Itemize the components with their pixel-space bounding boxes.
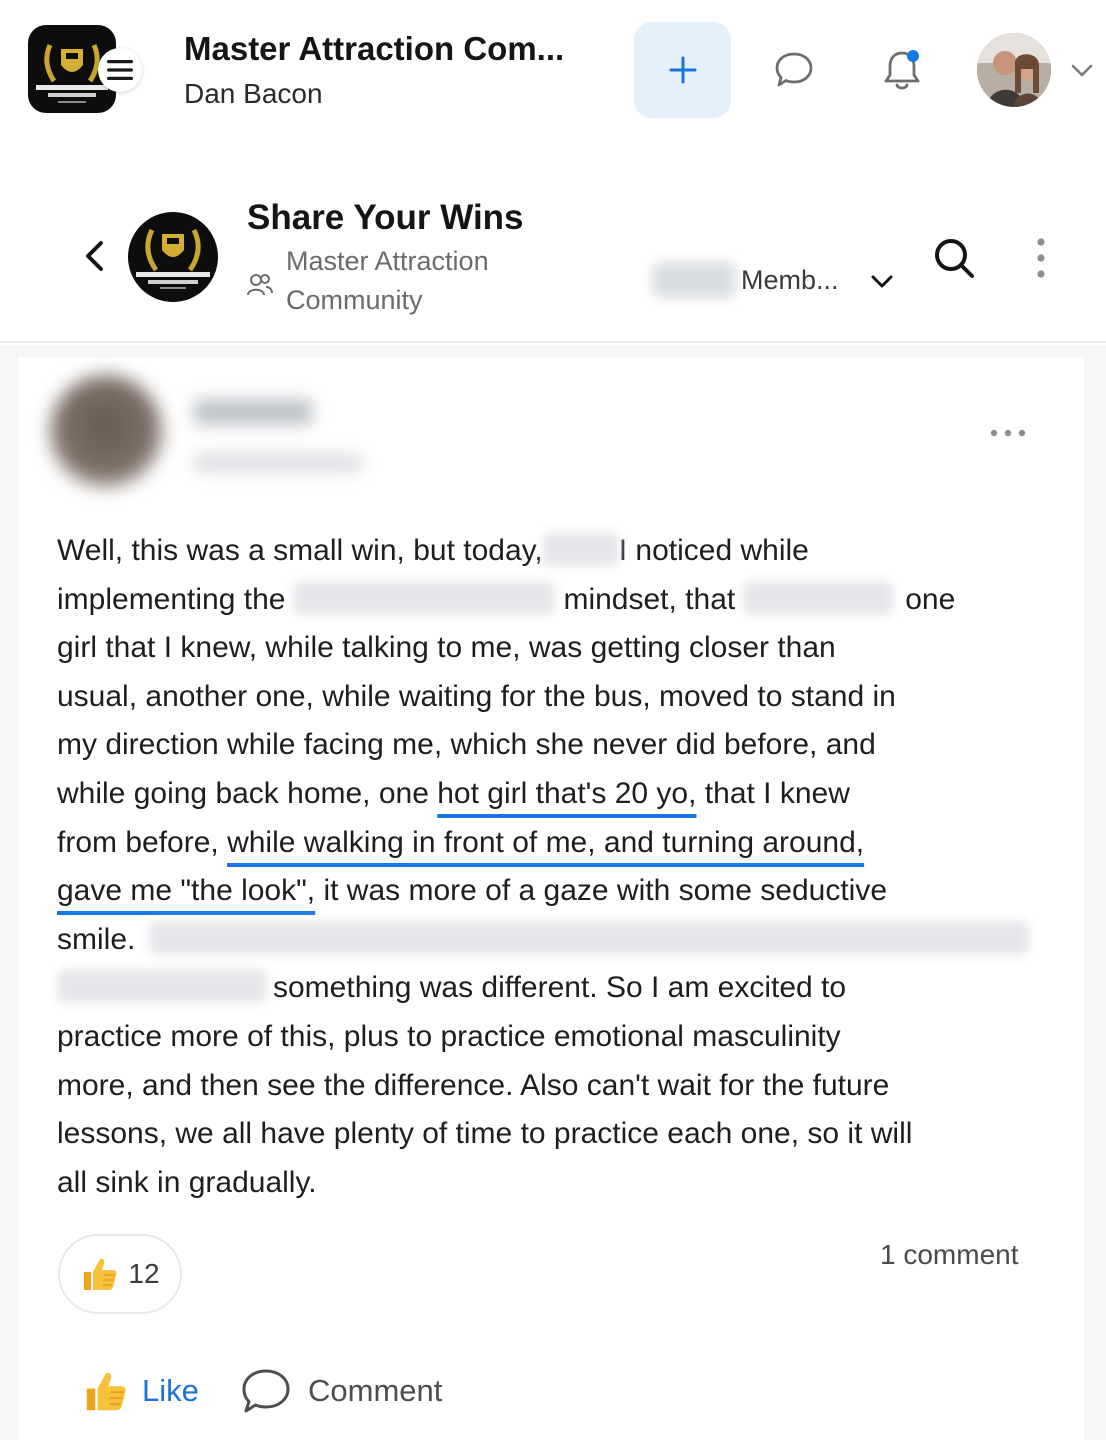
author-avatar-redacted[interactable] [50, 375, 162, 487]
search-button[interactable] [930, 234, 978, 282]
post-text: while going back home, one [57, 776, 438, 810]
vertical-dots-icon [1037, 238, 1045, 278]
underlined-text: gave me "the look", [57, 874, 316, 908]
add-button[interactable] [634, 22, 731, 118]
search-icon [935, 239, 974, 278]
account-menu-chevron[interactable] [1068, 58, 1096, 82]
redacted-text [293, 580, 556, 615]
post-line: gave me "the look", it was more of a gaz… [57, 867, 1057, 916]
underlined-text: hot girl that's 20 yo, [437, 776, 697, 810]
post-line: girl that I knew, while talking to me, w… [57, 624, 1057, 673]
post-body: Well, this was a small win, but today, I … [57, 527, 1057, 1207]
redacted-text [57, 969, 267, 1004]
post-text: Well, this was a small win, but today, [57, 534, 543, 567]
comment-button[interactable]: Comment [240, 1363, 442, 1419]
post-text: one [905, 582, 956, 616]
post-line: my direction while facing me, which she … [57, 721, 1057, 770]
space-header: Share Your Wins Master Attraction Commun… [0, 140, 1106, 343]
post-text: it was more of a gaze with some seductiv… [315, 874, 888, 908]
post-text: something was different. So I am excited… [273, 971, 847, 1005]
community-title[interactable]: Master Attraction Com... [184, 30, 564, 68]
thumbs-up-icon [86, 1372, 126, 1411]
post-line: all sink in gradually. [57, 1159, 1057, 1208]
post-line: more, and then see the difference. Also … [57, 1062, 1057, 1111]
user-photo-avatar-icon [977, 33, 1051, 107]
like-label: Like [142, 1373, 199, 1408]
post-text: from before, [57, 825, 228, 859]
members-dropdown-label[interactable]: Memb... [741, 265, 839, 296]
user-avatar[interactable] [977, 33, 1051, 107]
menu-button[interactable] [98, 48, 142, 92]
hamburger-icon [107, 60, 133, 80]
post-line: smile. [57, 916, 1057, 965]
chat-bubble-icon [775, 52, 813, 87]
post-text: all sink in gradually. [57, 1165, 317, 1199]
space-community-name[interactable]: Master Attraction Community [286, 242, 566, 320]
post-text: that I knew [696, 776, 850, 810]
post-text: lessons, we all have plenty of time to p… [57, 1117, 913, 1151]
post-line: from before, while walking in front of m… [57, 819, 1057, 868]
bell-icon [884, 50, 920, 90]
members-dropdown-chevron[interactable] [869, 272, 895, 292]
post-line: Well, this was a small win, but today, I … [57, 527, 1057, 576]
top-app-bar: Master Attraction Com... Dan Bacon [0, 0, 1106, 140]
space-options-button[interactable] [1030, 234, 1052, 282]
space-logo [128, 212, 218, 302]
chat-button[interactable] [768, 46, 820, 94]
plus-icon [669, 56, 696, 84]
post-text: implementing the [57, 582, 286, 616]
post-line: lessons, we all have plenty of time to p… [57, 1110, 1057, 1159]
reaction-count: 12 [128, 1258, 160, 1289]
underlined-text: while walking in front of me, and turnin… [227, 825, 865, 859]
post-text: I noticed while [618, 534, 809, 567]
post-text: mindset, that [563, 582, 736, 616]
post-line: practice more of this, plus to practice … [57, 1013, 1057, 1062]
post-line: implementing the mindset, that one [57, 576, 1057, 625]
post-text: practice more of this, plus to practice … [57, 1019, 841, 1053]
horizontal-dots-icon [990, 429, 1026, 437]
comment-label: Comment [308, 1373, 443, 1408]
post-line: something was different. So I am excited… [57, 964, 1057, 1013]
chevron-down-icon [871, 275, 893, 288]
space-title: Share Your Wins [247, 198, 524, 237]
post-options-button[interactable] [986, 421, 1030, 445]
post-card: Well, this was a small win, but today, I … [18, 357, 1084, 1440]
reactions-summary[interactable]: 12 [58, 1234, 182, 1314]
laurel-crest-icon [136, 228, 210, 289]
speech-bubble-icon [242, 1369, 290, 1413]
redacted-text [542, 532, 619, 567]
back-button[interactable] [80, 236, 110, 276]
comment-count-link[interactable]: 1 comment [880, 1239, 1019, 1271]
post-text: girl that I knew, while talking to me, w… [57, 631, 836, 665]
chevron-left-icon [86, 241, 103, 271]
feed-area: Well, this was a small win, but today, I … [0, 345, 1106, 1440]
author-name-redacted [193, 399, 313, 425]
redacted-text [149, 920, 1030, 955]
post-meta-redacted [193, 453, 363, 473]
chevron-down-icon [1071, 64, 1093, 77]
people-icon [246, 272, 274, 298]
thumbs-up-icon [84, 1258, 117, 1290]
notifications-button[interactable] [876, 44, 928, 96]
post-text: my direction while facing me, which she … [57, 728, 876, 762]
post-text: smile. [57, 922, 136, 956]
post-line: while going back home, one hot girl that… [57, 770, 1057, 819]
like-button[interactable]: Like [82, 1363, 199, 1419]
member-avatars-redacted [652, 262, 736, 298]
post-text: more, and then see the difference. Also … [57, 1068, 890, 1102]
post-line: usual, another one, while waiting for th… [57, 673, 1057, 722]
current-user-name: Dan Bacon [184, 78, 323, 109]
redacted-text [743, 580, 894, 615]
post-text: usual, another one, while waiting for th… [57, 679, 896, 713]
